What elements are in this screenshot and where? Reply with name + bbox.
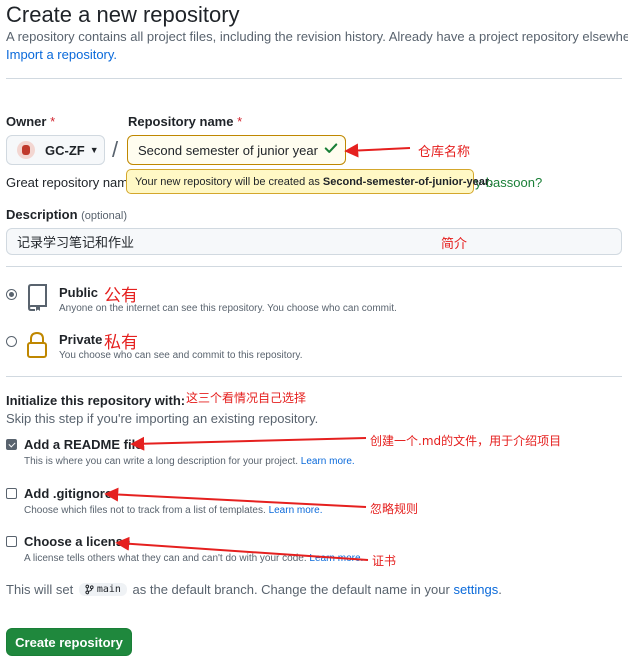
description-label: Description (optional) bbox=[6, 207, 127, 222]
annotation-private: 私有 bbox=[104, 333, 138, 353]
owner-select-button[interactable]: GC-ZF ▼ bbox=[6, 135, 105, 165]
divider bbox=[6, 78, 622, 79]
annotation-readme: 创建一个.md的文件，用于介绍项目 bbox=[370, 434, 562, 448]
arrow-readme bbox=[130, 436, 367, 451]
annotation-gitignore: 忽略规则 bbox=[370, 502, 419, 516]
gitignore-learn-more-link[interactable]: Learn more. bbox=[269, 505, 323, 516]
owner-value: GC-ZF bbox=[45, 142, 85, 158]
description-input[interactable]: 记录学习笔记和作业 bbox=[6, 228, 622, 255]
page-title: Create a new repository bbox=[6, 2, 240, 27]
arrow-repo-name bbox=[344, 143, 411, 158]
page-subtitle: A repository contains all project files,… bbox=[6, 29, 628, 44]
branch-label: main bbox=[78, 583, 127, 596]
repo-icon bbox=[27, 284, 47, 311]
public-title: Public bbox=[59, 285, 99, 300]
create-repository-button[interactable]: Create repository bbox=[6, 628, 132, 656]
private-description: You choose who can see and commit to thi… bbox=[59, 350, 303, 361]
divider bbox=[6, 266, 622, 267]
license-learn-more-link[interactable]: Learn more. bbox=[309, 553, 363, 564]
annotation-description: 简介 bbox=[441, 237, 468, 252]
lock-icon bbox=[27, 331, 47, 358]
private-title: Private bbox=[59, 332, 103, 347]
owner-label: Owner * bbox=[6, 114, 56, 129]
private-radio[interactable] bbox=[6, 336, 17, 347]
skip-note: Skip this step if you're importing an ex… bbox=[6, 411, 319, 426]
settings-link[interactable]: settings bbox=[453, 582, 498, 597]
gitignore-description: Choose which files not to track from a l… bbox=[24, 505, 323, 516]
repo-name-tooltip: Your new repository will be created as S… bbox=[126, 169, 492, 194]
divider bbox=[6, 376, 622, 377]
repository-name-value: Second semester of junior year bbox=[138, 142, 318, 158]
gitignore-title: Add .gitignore bbox=[24, 486, 113, 501]
readme-learn-more-link[interactable]: Learn more. bbox=[301, 456, 355, 467]
readme-description: This is where you can write a long descr… bbox=[24, 456, 355, 467]
annotation-license: 证书 bbox=[372, 554, 397, 568]
description-value: 记录学习笔记和作业 bbox=[17, 236, 135, 251]
license-description: A license tells others what they can and… bbox=[24, 553, 364, 564]
git-branch-icon bbox=[85, 584, 94, 595]
chevron-down-icon: ▼ bbox=[89, 145, 99, 155]
owner-repo-separator: / bbox=[112, 137, 119, 162]
owner-avatar bbox=[17, 141, 35, 159]
repo-name-label: Repository name * bbox=[128, 114, 243, 129]
default-branch-note: This will set main as the default branch… bbox=[6, 582, 502, 597]
annotation-repo-name: 仓库名称 bbox=[418, 145, 471, 160]
license-title: Choose a license bbox=[24, 534, 131, 549]
import-repository-link[interactable]: Import a repository. bbox=[6, 47, 117, 62]
check-icon bbox=[324, 143, 338, 153]
initialize-title: Initialize this repository with: bbox=[6, 393, 186, 408]
public-radio[interactable] bbox=[6, 289, 17, 300]
annotation-public: 公有 bbox=[104, 286, 138, 306]
gitignore-checkbox[interactable] bbox=[6, 488, 17, 499]
readme-checkbox[interactable] bbox=[6, 439, 17, 450]
annotation-init: 这三个看情况自己选择 bbox=[186, 391, 307, 405]
license-checkbox[interactable] bbox=[6, 536, 17, 547]
name-hint-prefix: Great repository name bbox=[6, 175, 136, 190]
readme-title: Add a README file bbox=[24, 437, 143, 452]
repository-name-input[interactable]: Second semester of junior year bbox=[127, 135, 346, 165]
